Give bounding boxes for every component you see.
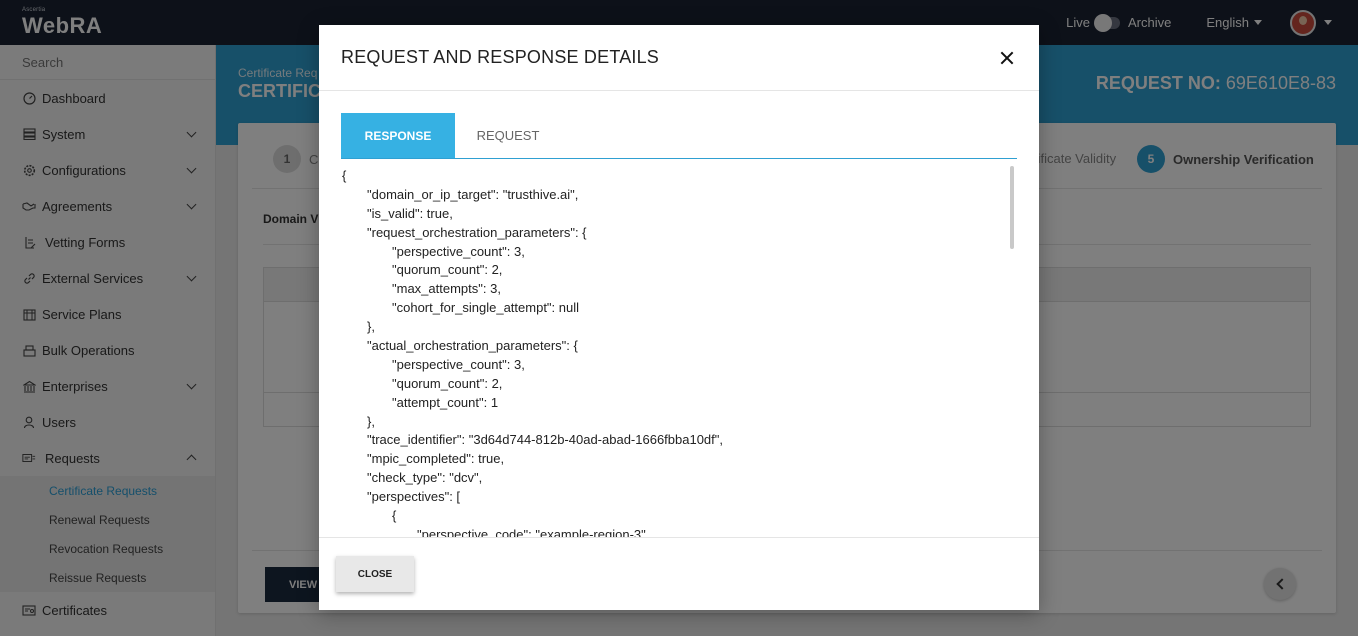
tab-response[interactable]: RESPONSE: [341, 113, 455, 158]
json-line: "domain_or_ip_target": "trusthive.ai",: [367, 186, 579, 202]
json-line: "quorum_count": 2,: [392, 262, 503, 278]
json-line: "quorum_count": 2,: [392, 375, 503, 391]
modal-header: REQUEST AND RESPONSE DETAILS: [319, 25, 1039, 91]
json-line: "perspective_count": 3,: [392, 243, 525, 259]
close-button[interactable]: CLOSE: [336, 556, 414, 592]
json-line: "mpic_completed": true,: [367, 451, 505, 467]
json-line: {: [342, 168, 347, 183]
details-modal: REQUEST AND RESPONSE DETAILS RESPONSE RE…: [319, 25, 1039, 610]
modal-tabs: RESPONSE REQUEST: [341, 113, 1017, 159]
json-line: {: [392, 508, 397, 524]
json-line: "cohort_for_single_attempt": null: [392, 300, 580, 316]
tab-request[interactable]: REQUEST: [455, 113, 561, 158]
json-line: "check_type": "dcv",: [367, 470, 483, 486]
json-line: "perspectives": [: [367, 489, 461, 505]
json-line: "attempt_count": 1: [392, 394, 499, 410]
json-line: "actual_orchestration_parameters": {: [367, 338, 578, 354]
json-line: "is_valid": true,: [367, 205, 453, 221]
json-line: "perspective_code": "example-region-3",: [417, 526, 650, 537]
modal-footer: CLOSE: [319, 537, 1039, 610]
json-line: "request_orchestration_parameters": {: [367, 224, 587, 240]
scrollbar[interactable]: [1010, 166, 1016, 536]
modal-title: REQUEST AND RESPONSE DETAILS: [341, 47, 660, 67]
json-line: },: [367, 413, 375, 429]
response-json-viewer[interactable]: { "domain_or_ip_target": "trusthive.ai",…: [341, 167, 1013, 537]
scrollbar-thumb[interactable]: [1010, 166, 1014, 249]
close-icon[interactable]: [997, 48, 1017, 68]
json-line: "max_attempts": 3,: [392, 281, 501, 297]
json-line: "trace_identifier": "3d64d744-812b-40ad-…: [367, 432, 724, 448]
json-line: "perspective_count": 3,: [392, 356, 525, 372]
json-line: },: [367, 319, 375, 335]
